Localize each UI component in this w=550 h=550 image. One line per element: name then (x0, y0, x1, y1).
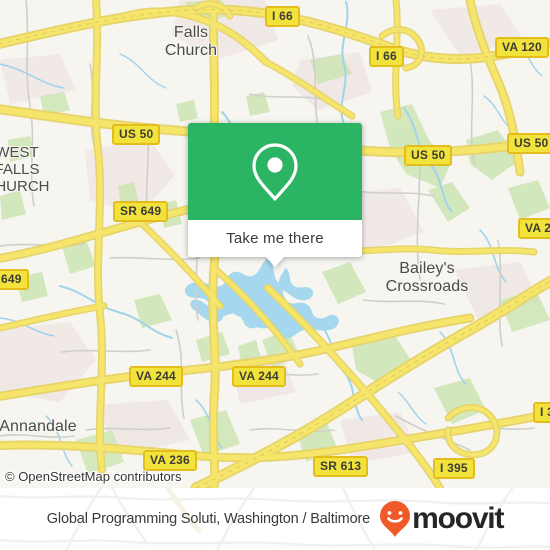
map-screenshot: Falls ChurchWEST FALLS CHURCHBailey's Cr… (0, 0, 550, 550)
route-shield: I 3 (533, 402, 550, 423)
footer-content: Global Programming Soluti, Washington / … (0, 488, 550, 550)
route-shield: US 50 (507, 133, 550, 154)
moovit-pin-icon (380, 501, 411, 537)
route-shield: US 50 (404, 145, 453, 166)
location-pin-icon (252, 142, 298, 201)
footer-bar: Global Programming Soluti, Washington / … (0, 488, 550, 550)
route-shield: SR 613 (313, 456, 369, 477)
route-shield: US 50 (112, 124, 161, 145)
route-shield: VA 244 (232, 366, 286, 387)
route-shield: VA 120 (495, 37, 549, 58)
popup-footer[interactable]: Take me there (188, 220, 362, 267)
route-shield: 649 (0, 269, 29, 290)
popup-header (188, 123, 362, 220)
route-shield: VA 236 (143, 450, 197, 471)
route-shield: VA 244 (518, 218, 550, 239)
location-title: Global Programming Soluti, Washington / … (46, 511, 371, 527)
moovit-wordmark: moovit (412, 502, 504, 535)
location-popup[interactable]: Take me there (188, 123, 362, 267)
moovit-logo[interactable]: moovit (379, 500, 504, 538)
route-shield: I 395 (433, 458, 475, 479)
route-shield: I 66 (369, 46, 404, 67)
osm-attribution[interactable]: © OpenStreetMap contributors (5, 469, 182, 484)
popup-pointer-tip (266, 257, 284, 267)
map-viewport[interactable]: Falls ChurchWEST FALLS CHURCHBailey's Cr… (0, 0, 550, 488)
route-shield: I 66 (265, 6, 300, 27)
take-me-there-button[interactable]: Take me there (226, 230, 324, 247)
route-shield: VA 244 (129, 366, 183, 387)
route-shield: SR 649 (113, 201, 169, 222)
